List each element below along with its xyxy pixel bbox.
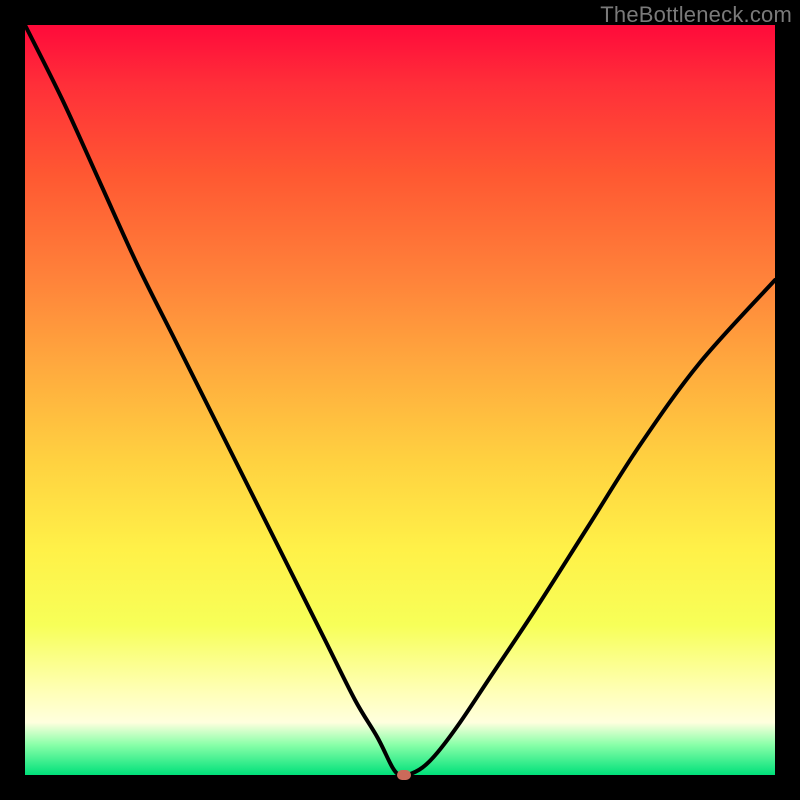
watermark-label: TheBottleneck.com <box>600 2 792 28</box>
chart-frame: TheBottleneck.com <box>0 0 800 800</box>
optimal-point-marker <box>397 770 411 780</box>
bottleneck-curve <box>25 25 775 775</box>
